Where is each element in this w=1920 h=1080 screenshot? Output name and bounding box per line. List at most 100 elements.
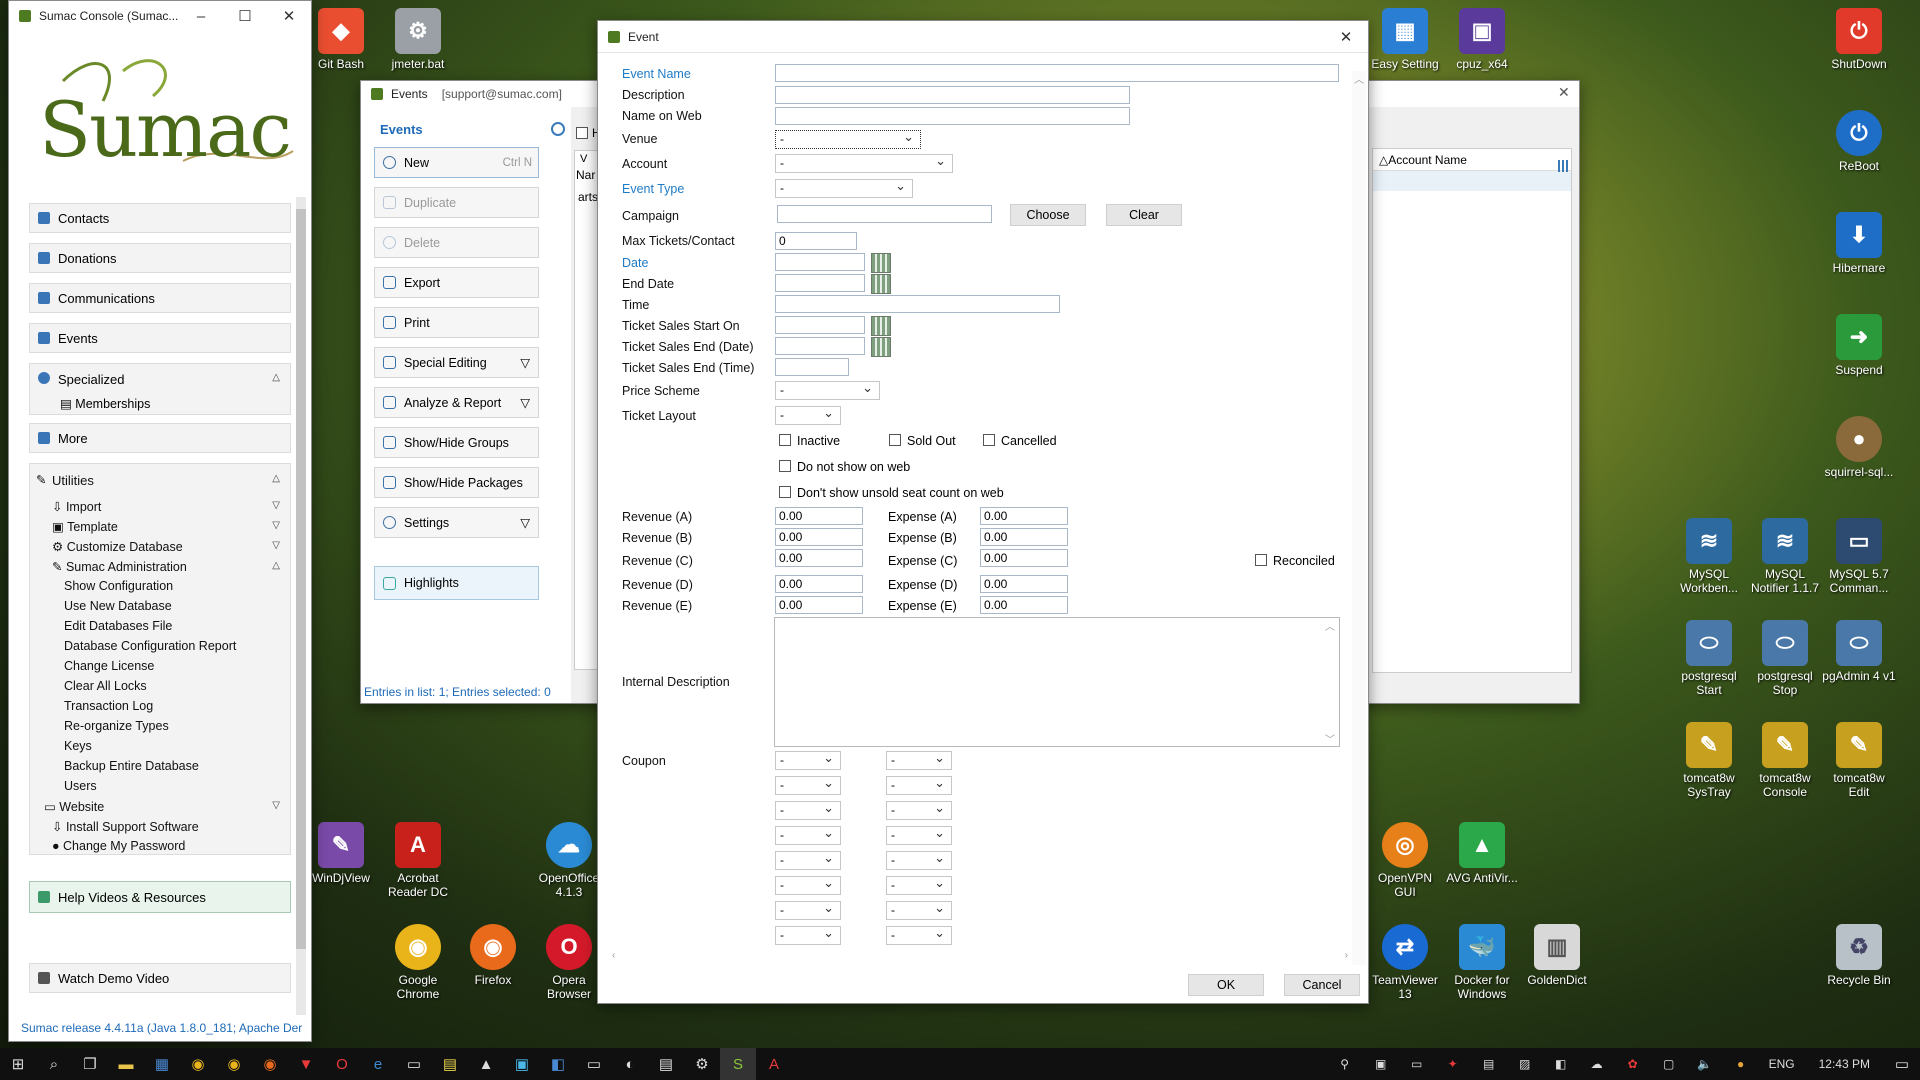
events-refresh-icon[interactable] [551, 122, 565, 136]
expand-icon[interactable]: ▽ [272, 800, 280, 811]
expense-e-input[interactable]: 0.00 [980, 596, 1068, 614]
gear-icon[interactable]: ⚙ [684, 1048, 720, 1080]
scroll-down-icon[interactable]: ﹀ [1325, 731, 1335, 746]
desktop-icon-pg-start[interactable]: ⬭ postgresql Start [1672, 620, 1746, 697]
util-sumac-administration[interactable]: ✎ Sumac Administration [52, 559, 187, 574]
desktop-icon-mysql-notifier[interactable]: ≋ MySQL Notifier 1.1.7 [1748, 518, 1822, 595]
end-date-input[interactable] [775, 274, 865, 292]
coupon-select-2a[interactable]: - [775, 774, 841, 795]
coupon-select-2b[interactable]: - [886, 774, 952, 795]
desktop-icon-pgadmin[interactable]: ⬭ pgAdmin 4 v1 [1822, 620, 1896, 683]
sales-start-input[interactable] [775, 316, 865, 334]
highlights-button[interactable]: Highlights [374, 566, 539, 600]
admin-users[interactable]: Users [64, 779, 97, 793]
column-header[interactable]: Nar [576, 168, 595, 182]
tray-icon[interactable]: ▭ [1399, 1048, 1435, 1080]
sold-out-checkbox[interactable] [889, 434, 901, 446]
chrome-icon[interactable]: ◉ [216, 1048, 252, 1080]
util-change-password[interactable]: ● Change My Password [52, 839, 185, 853]
desktop-icon-squirrel[interactable]: ● squirrel-sql... [1822, 416, 1896, 479]
scroll-up-icon[interactable]: ︿ [1354, 75, 1364, 86]
ticket-layout-select[interactable]: - [775, 404, 841, 425]
admin-database-config-report[interactable]: Database Configuration Report [64, 639, 236, 653]
account-select[interactable]: - [775, 152, 953, 173]
admin-use-new-database[interactable]: Use New Database [64, 599, 172, 613]
close-icon[interactable]: ✕ [1558, 84, 1570, 101]
desktop-icon-tomcat-console[interactable]: ✎ tomcat8w Console [1748, 722, 1822, 799]
clock[interactable]: 12:43 PM [1819, 1057, 1870, 1071]
unsold-count-checkbox[interactable] [779, 486, 791, 498]
desktop-icon-firefox[interactable]: ◉ Firefox [456, 924, 530, 987]
reconciled-checkbox[interactable] [1255, 554, 1267, 566]
expand-icon[interactable]: ▽ [272, 540, 280, 551]
nav-communications[interactable]: Communications [29, 283, 291, 313]
file-explorer-icon[interactable]: ▬ [108, 1048, 144, 1080]
desktop-icon-shutdown[interactable]: ⏻ ShutDown [1822, 8, 1896, 71]
desktop-icon-recycle-bin[interactable]: ♻ Recycle Bin [1822, 924, 1896, 987]
calendar-icon[interactable] [871, 316, 891, 336]
scroll-left-icon[interactable]: ‹ [612, 950, 615, 961]
table-row[interactable] [1373, 171, 1571, 191]
expand-icon[interactable]: ▽ [272, 520, 280, 531]
column-header[interactable]: V [580, 153, 587, 165]
sales-end-date-input[interactable] [775, 337, 865, 355]
firefox-icon[interactable]: ◉ [252, 1048, 288, 1080]
coupon-select-7a[interactable]: - [775, 899, 841, 920]
special-editing-button[interactable]: Special Editing ▽ [374, 347, 539, 378]
choose-button[interactable]: Choose [1010, 204, 1086, 226]
inactive-checkbox[interactable] [779, 434, 791, 446]
dialog-scrollbar[interactable]: ︿ [1352, 71, 1366, 965]
coupon-select-3b[interactable]: - [886, 799, 952, 820]
task-view-icon[interactable]: ❐ [72, 1048, 108, 1080]
tray-icon[interactable]: ▢ [1651, 1048, 1687, 1080]
account-header[interactable]: △Account Name [1373, 149, 1571, 171]
close-button[interactable]: ✕ [1324, 22, 1368, 52]
collapse-icon[interactable]: △ [272, 372, 280, 383]
coupon-select-4a[interactable]: - [775, 824, 841, 845]
desktop-icon-avg[interactable]: ▲ AVG AntiVir... [1445, 822, 1519, 885]
table-row[interactable]: arts [578, 190, 598, 204]
export-button[interactable]: Export [374, 267, 539, 298]
taskbar-app-icon[interactable]: ▣ [504, 1048, 540, 1080]
settings-button[interactable]: Settings ▽ [374, 507, 539, 538]
analyze-report-button[interactable]: Analyze & Report ▽ [374, 387, 539, 418]
calendar-icon[interactable] [871, 274, 891, 294]
watch-demo-button[interactable]: Watch Demo Video [29, 963, 291, 993]
coupon-select-7b[interactable]: - [886, 899, 952, 920]
nav-specialized[interactable]: Specialized △ ▤ Memberships [29, 363, 291, 415]
desktop-icon-tomcat-systray[interactable]: ✎ tomcat8w SysTray [1672, 722, 1746, 799]
edge-icon[interactable]: e [360, 1048, 396, 1080]
collapse-icon[interactable]: △ [272, 560, 280, 571]
highlight-checkbox[interactable] [576, 127, 588, 139]
desktop-icon-goldendict[interactable]: ▥ GoldenDict [1520, 924, 1594, 987]
notepad-icon[interactable]: ▤ [432, 1048, 468, 1080]
tray-icon[interactable]: ✦ [1435, 1048, 1471, 1080]
desktop-icon-mysql-workbench[interactable]: ≋ MySQL Workben... [1672, 518, 1746, 595]
desktop-icon-teamviewer[interactable]: ⇄ TeamViewer 13 [1368, 924, 1442, 1001]
cancelled-checkbox[interactable] [983, 434, 995, 446]
util-template[interactable]: ▣ Template [52, 519, 118, 534]
max-tickets-input[interactable]: 0 [775, 232, 857, 250]
desktop-icon-openvpn[interactable]: ◎ OpenVPN GUI [1368, 822, 1442, 899]
coupon-select-1a[interactable]: - [775, 749, 841, 770]
cancel-button[interactable]: Cancel [1284, 974, 1360, 996]
coupon-select-5a[interactable]: - [775, 849, 841, 870]
taskbar-app-icon[interactable]: ▦ [144, 1048, 180, 1080]
desktop-icon-opera[interactable]: O Opera Browser [532, 924, 606, 1001]
taskbar-app-icon[interactable]: ▲ [468, 1048, 504, 1080]
coupon-select-6b[interactable]: - [886, 874, 952, 895]
delete-button[interactable]: Delete [374, 227, 539, 258]
coupon-select-4b[interactable]: - [886, 824, 952, 845]
expand-icon[interactable]: ▽ [272, 500, 280, 511]
tray-icon[interactable]: ✿ [1615, 1048, 1651, 1080]
date-input[interactable] [775, 253, 865, 271]
desktop-icon-tomcat-edit[interactable]: ✎ tomcat8w Edit [1822, 722, 1896, 799]
event-name-input[interactable] [775, 64, 1339, 82]
desktop-icon-jmeter[interactable]: ⚙ jmeter.bat [381, 8, 455, 71]
collapse-icon[interactable]: △ [272, 473, 280, 484]
desktop-icon-windjview[interactable]: ✎ WinDjView [304, 822, 378, 885]
desktop-icon-chrome[interactable]: ◉ Google Chrome [381, 924, 455, 1001]
admin-transaction-log[interactable]: Transaction Log [64, 699, 153, 713]
not-on-web-checkbox[interactable] [779, 460, 791, 472]
nav-memberships[interactable]: ▤ Memberships [60, 396, 150, 411]
